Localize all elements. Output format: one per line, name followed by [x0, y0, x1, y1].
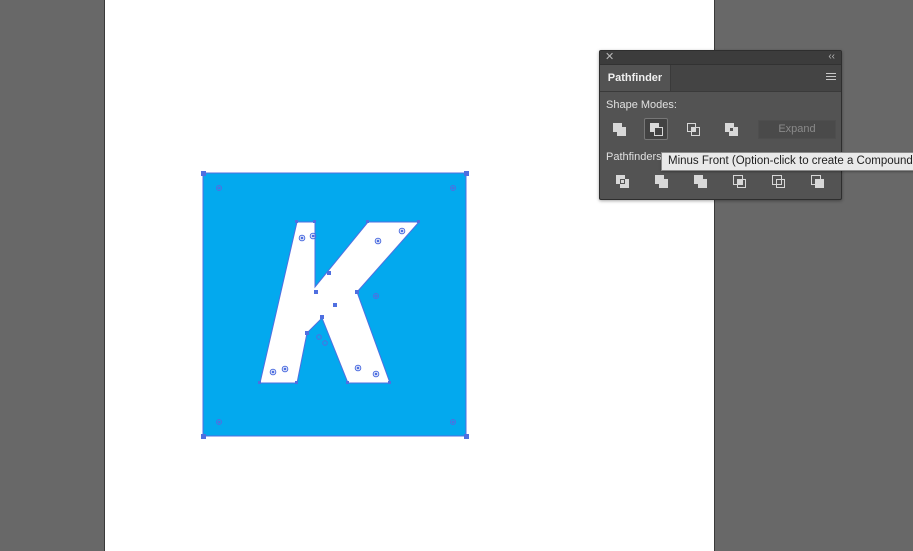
divide-button[interactable]	[611, 171, 635, 193]
minus-back-icon	[811, 175, 824, 188]
crop-button[interactable]	[728, 171, 752, 193]
minus-front-button[interactable]	[644, 118, 668, 140]
unite-button[interactable]	[608, 119, 632, 141]
panel-title-bar[interactable]: ✕ ‹‹	[600, 51, 841, 65]
divide-icon	[616, 175, 629, 188]
pathfinder-panel: ✕ ‹‹ Pathfinder Shape Modes: Expand Path…	[599, 50, 842, 200]
tab-pathfinder[interactable]: Pathfinder	[600, 65, 671, 91]
outline-icon	[772, 175, 785, 188]
intersect-button[interactable]	[682, 119, 706, 141]
minus-back-button[interactable]	[806, 171, 830, 193]
merge-button[interactable]	[689, 171, 713, 193]
trim-button[interactable]	[650, 171, 674, 193]
pathfinders-label: Pathfinders:	[606, 151, 665, 163]
close-icon[interactable]: ✕	[605, 50, 614, 64]
crop-icon	[733, 175, 746, 188]
unite-icon	[613, 123, 626, 136]
intersect-icon	[687, 123, 700, 136]
tooltip: Minus Front (Option-click to create a Co…	[661, 152, 913, 171]
exclude-button[interactable]	[720, 119, 744, 141]
collapse-icon[interactable]: ‹‹	[828, 50, 835, 64]
trim-icon	[655, 175, 668, 188]
expand-button[interactable]: Expand	[758, 120, 836, 139]
panel-menu-icon[interactable]	[826, 73, 836, 82]
shape-modes-label: Shape Modes:	[606, 99, 677, 111]
outline-button[interactable]	[767, 171, 791, 193]
merge-icon	[694, 175, 707, 188]
exclude-icon	[725, 123, 738, 136]
panel-tab-row: Pathfinder	[600, 65, 841, 92]
minus-front-icon	[650, 123, 663, 136]
